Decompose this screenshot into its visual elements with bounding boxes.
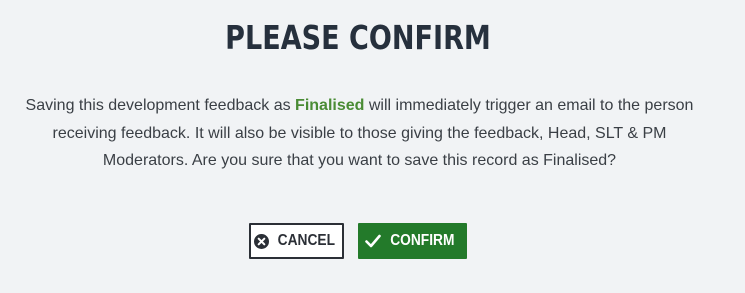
- checkmark-icon: [365, 234, 381, 248]
- dialog-message: Saving this development feedback as Fina…: [8, 92, 711, 175]
- message-text-before: Saving this development feedback as: [25, 97, 296, 114]
- cancel-button[interactable]: CANCEL: [249, 223, 344, 259]
- circle-x-icon: [253, 233, 269, 249]
- confirm-dialog: PLEASE CONFIRM Saving this development f…: [0, 0, 745, 293]
- dialog-title: PLEASE CONFIRM: [225, 18, 491, 57]
- confirm-button-label: CONFIRM: [390, 232, 455, 249]
- status-word: Finalised: [295, 97, 365, 114]
- confirm-button[interactable]: CONFIRM: [358, 223, 467, 259]
- cancel-button-label: CANCEL: [277, 232, 335, 249]
